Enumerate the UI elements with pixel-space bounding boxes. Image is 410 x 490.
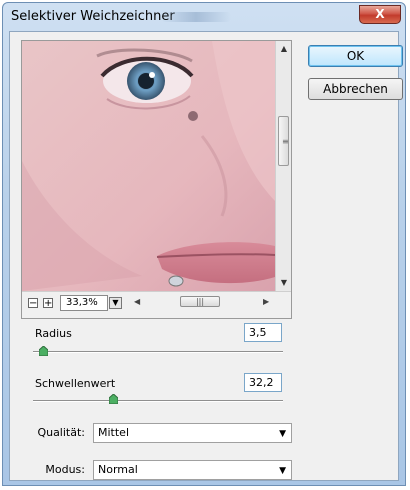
zoom-in-button[interactable]: + (43, 298, 53, 309)
scroll-left-icon[interactable]: ◀ (134, 297, 140, 306)
dialog-client: ▲ ≡ ▼ − + 33,3% ▼ ◀ ||| ▶ OK Abbrechen R… (9, 31, 403, 481)
scroll-down-icon[interactable]: ▼ (276, 275, 291, 291)
chevron-down-icon: ▼ (279, 429, 286, 439)
ok-button[interactable]: OK (308, 45, 403, 67)
preview-image[interactable] (22, 41, 275, 291)
mode-select[interactable]: Normal ▼ (93, 460, 292, 480)
threshold-input[interactable]: 32,2 (244, 373, 282, 392)
radius-label: Radius (35, 327, 72, 340)
vertical-scroll-thumb[interactable]: ≡ (278, 116, 289, 166)
title-bar[interactable]: Selektiver Weichzeichner X (3, 3, 405, 31)
mode-label: Modus: (45, 463, 85, 476)
radius-input[interactable]: 3,5 (244, 323, 282, 342)
grip-icon: ≡ (282, 137, 289, 146)
scroll-right-icon[interactable]: ▶ (263, 297, 269, 306)
title-blur (161, 12, 231, 22)
scroll-up-icon[interactable]: ▲ (276, 41, 291, 57)
mode-value: Normal (98, 463, 138, 476)
quality-label: Qualität: (37, 426, 85, 439)
cancel-button[interactable]: Abbrechen (308, 78, 403, 100)
window-title: Selektiver Weichzeichner (11, 9, 175, 24)
threshold-label: Schwellenwert (35, 377, 116, 390)
zoom-out-button[interactable]: − (28, 298, 38, 309)
zoom-dropdown-icon[interactable]: ▼ (109, 297, 122, 309)
zoom-level[interactable]: 33,3% (60, 295, 108, 311)
close-button[interactable]: X (359, 5, 401, 24)
radius-slider-handle[interactable] (38, 346, 48, 356)
dialog-window: Selektiver Weichzeichner X ▲ ≡ ▼ − + 33,… (2, 2, 406, 486)
preview-toolbar: − + 33,3% ▼ ◀ ||| ▶ (22, 291, 291, 318)
quality-select[interactable]: Mittel ▼ (93, 423, 292, 443)
threshold-slider-track[interactable] (33, 400, 283, 402)
preview-panel: ▲ ≡ ▼ − + 33,3% ▼ ◀ ||| ▶ (21, 40, 292, 319)
horizontal-scroll-thumb[interactable]: ||| (180, 296, 220, 307)
quality-value: Mittel (98, 426, 129, 439)
preview-vertical-scrollbar[interactable]: ▲ ≡ ▼ (275, 41, 291, 291)
chevron-down-icon: ▼ (279, 466, 286, 476)
threshold-slider-handle[interactable] (108, 394, 118, 404)
radius-slider-track[interactable] (33, 351, 283, 353)
